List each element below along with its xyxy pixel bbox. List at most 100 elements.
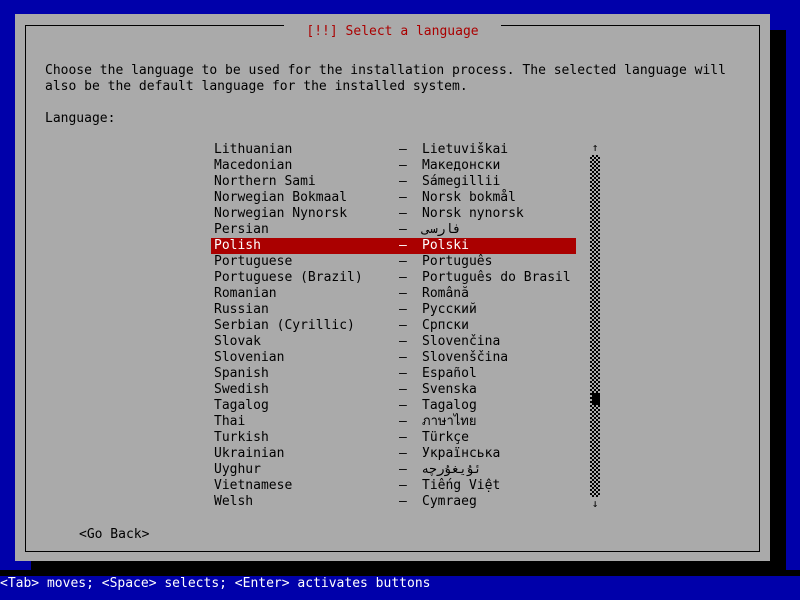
language-name-english: Norwegian Nynorsk <box>214 206 348 221</box>
language-list-item[interactable]: Tagalog – Tagalog <box>211 398 576 414</box>
language-list-item[interactable]: Norwegian Bokmaal – Norsk bokmål <box>211 190 576 206</box>
language-list-item[interactable]: Lithuanian – Lietuviškai <box>211 142 576 158</box>
language-name-native: Tiếng Việt <box>422 478 501 493</box>
language-name-english: Portuguese <box>214 254 293 269</box>
scroll-down-arrow-icon[interactable]: ↓ <box>589 498 601 510</box>
language-name-native: Română <box>422 286 469 301</box>
language-list-item[interactable]: Portuguese (Brazil) – Português do Brasil <box>211 270 576 286</box>
language-name-native: Русский <box>422 302 477 317</box>
language-name-native: Lietuviškai <box>422 142 509 157</box>
language-list-item[interactable]: Russian – Русский <box>211 302 576 318</box>
installer-screen: [!!] Select a language Choose the langua… <box>0 0 800 600</box>
language-list-item[interactable]: Norwegian Nynorsk – Norsk nynorsk <box>211 206 576 222</box>
language-separator-dash: – <box>399 398 407 413</box>
language-name-english: Polish <box>214 238 261 253</box>
language-name-native: Македонски <box>422 158 501 173</box>
language-name-english: Romanian <box>214 286 277 301</box>
language-separator-dash: – <box>399 446 407 461</box>
language-list-item[interactable]: Macedonian – Македонски <box>211 158 576 174</box>
language-separator-dash: – <box>399 478 407 493</box>
language-separator-dash: – <box>399 366 407 381</box>
language-list-item[interactable]: Turkish – Türkçe <box>211 430 576 446</box>
language-name-english: Thai <box>214 414 246 429</box>
language-name-english: Persian <box>214 222 269 237</box>
language-list[interactable]: Lithuanian – Lietuviškai Macedonian – Македон… <box>211 142 576 510</box>
language-list-item[interactable]: Slovak – Slovenčina <box>211 334 576 350</box>
language-list-item[interactable]: Uyghur – ئۇيغۇرچە <box>211 462 576 478</box>
language-name-native: Norsk bokmål <box>422 190 516 205</box>
language-separator-dash: – <box>399 142 407 157</box>
language-name-native: Norsk nynorsk <box>422 206 524 221</box>
language-name-english: Norwegian Bokmaal <box>214 190 348 205</box>
language-name-native: Sámegillii <box>422 174 501 189</box>
language-list-item[interactable]: Slovenian – Slovenščina <box>211 350 576 366</box>
language-list-item[interactable]: Spanish – Español <box>211 366 576 382</box>
language-name-native: ภาษาไทย <box>422 414 477 429</box>
keyboard-hints-statusbar: <Tab> moves; <Space> selects; <Enter> ac… <box>0 576 800 592</box>
language-name-native: ئۇيغۇرچە <box>422 462 482 477</box>
language-list-item[interactable]: Romanian – Română <box>211 286 576 302</box>
go-back-button[interactable]: <Go Back> <box>79 527 149 543</box>
language-separator-dash: – <box>399 318 407 333</box>
language-name-english: Portuguese (Brazil) <box>214 270 363 285</box>
language-list-item[interactable]: Welsh – Cymraeg <box>211 494 576 510</box>
language-separator-dash: – <box>399 334 407 349</box>
language-separator-dash: – <box>399 414 407 429</box>
language-field-label: Language: <box>45 111 116 126</box>
language-separator-dash: – <box>399 190 407 205</box>
language-name-english: Slovak <box>214 334 261 349</box>
scroll-up-arrow-icon[interactable]: ↑ <box>589 142 601 154</box>
language-name-english: Northern Sami <box>214 174 316 189</box>
language-name-english: Slovenian <box>214 350 285 365</box>
language-name-english: Tagalog <box>214 398 269 413</box>
language-separator-dash: – <box>399 158 407 173</box>
language-list-item[interactable]: Portuguese – Português <box>211 254 576 270</box>
language-name-english: Swedish <box>214 382 269 397</box>
language-separator-dash: – <box>399 270 407 285</box>
language-list-item[interactable]: Northern Sami – Sámegillii <box>211 174 576 190</box>
language-separator-dash: – <box>399 462 407 477</box>
language-name-native: Español <box>422 366 477 381</box>
language-name-native: Türkçe <box>422 430 469 445</box>
language-list-item[interactable]: Swedish – Svenska <box>211 382 576 398</box>
language-list-item[interactable]: Serbian (Cyrillic) – Српски <box>211 318 576 334</box>
language-list-item[interactable]: Ukrainian – Українська <box>211 446 576 462</box>
language-name-english: Turkish <box>214 430 269 445</box>
language-separator-dash: – <box>399 206 407 221</box>
language-separator-dash: – <box>399 350 407 365</box>
language-list-item[interactable]: Vietnamese – Tiếng Việt <box>211 478 576 494</box>
language-name-native: Slovenčina <box>422 334 501 349</box>
language-name-native: Українська <box>422 446 501 461</box>
language-separator-dash: – <box>399 430 407 445</box>
language-name-english: Vietnamese <box>214 478 293 493</box>
language-name-english: Lithuanian <box>214 142 293 157</box>
language-separator-dash: – <box>399 494 407 509</box>
language-name-english: Macedonian <box>214 158 293 173</box>
scrollbar-thumb[interactable] <box>592 393 600 405</box>
language-name-native: Português <box>422 254 493 269</box>
instruction-text-line-2: also be the default language for the ins… <box>45 79 468 94</box>
language-name-native: فارسی <box>422 222 462 237</box>
instruction-text-line-1: Choose the language to be used for the i… <box>45 63 726 78</box>
scrollbar-track[interactable] <box>590 155 600 497</box>
language-name-native: Slovenščina <box>422 350 509 365</box>
language-separator-dash: – <box>399 286 407 301</box>
language-name-english: Ukrainian <box>214 446 285 461</box>
language-list-item[interactable]: Polish – Polski <box>211 238 576 254</box>
language-separator-dash: – <box>399 382 407 397</box>
language-list-scrollbar[interactable]: ↑ ↓ <box>589 142 601 510</box>
language-name-native: Cymraeg <box>422 494 477 509</box>
language-separator-dash: – <box>399 254 407 269</box>
language-name-native: Polski <box>422 238 469 253</box>
language-separator-dash: – <box>399 302 407 317</box>
language-name-native: Português do Brasil <box>422 270 571 285</box>
language-separator-dash: – <box>399 222 407 237</box>
language-list-item[interactable]: Persian – فارسی <box>211 222 576 238</box>
language-list-item[interactable]: Thai – ภาษาไทย <box>211 414 576 430</box>
language-name-english: Spanish <box>214 366 269 381</box>
language-name-english: Welsh <box>214 494 254 509</box>
language-separator-dash: – <box>399 174 407 189</box>
language-name-native: Svenska <box>422 382 477 397</box>
language-name-native: Tagalog <box>422 398 477 413</box>
language-name-english: Serbian (Cyrillic) <box>214 318 355 333</box>
